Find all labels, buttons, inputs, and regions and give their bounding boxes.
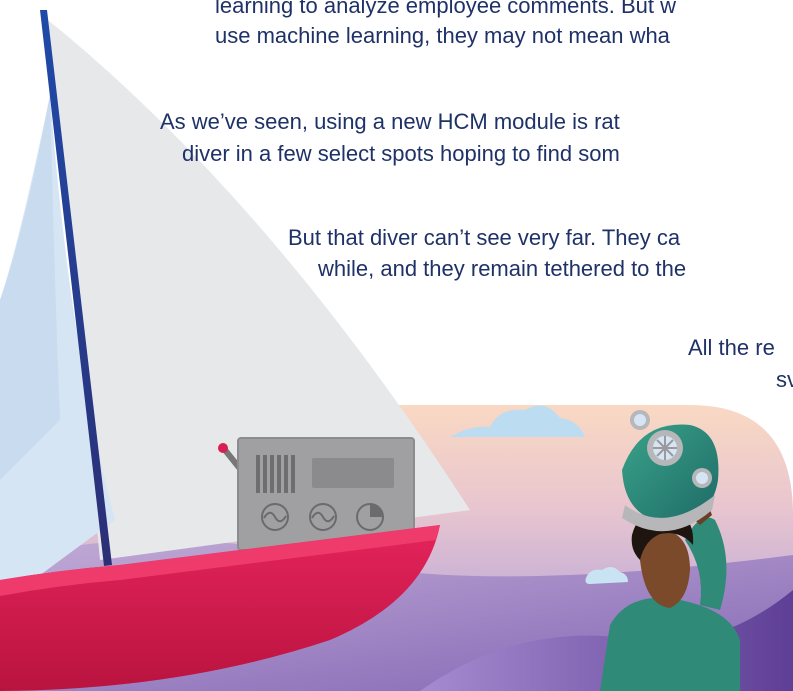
- text-line: use machine learning, they may not mean …: [215, 23, 670, 48]
- jib-shade: [0, 95, 60, 480]
- text-line: All the re: [688, 335, 775, 360]
- text-line: learning to analyze employee comments. B…: [215, 0, 677, 18]
- text-line: while, and they remain tethered to the: [318, 256, 687, 281]
- page: learning to analyze employee comments. B…: [0, 0, 793, 691]
- text-line: As we’ve seen, using a new HCM module is…: [160, 109, 620, 134]
- text-line: But that diver can’t see very far. They …: [288, 225, 681, 250]
- text-line: diver in a few select spots hoping to fi…: [182, 141, 620, 166]
- text-line: sv: [776, 367, 793, 392]
- illustration: [0, 10, 793, 691]
